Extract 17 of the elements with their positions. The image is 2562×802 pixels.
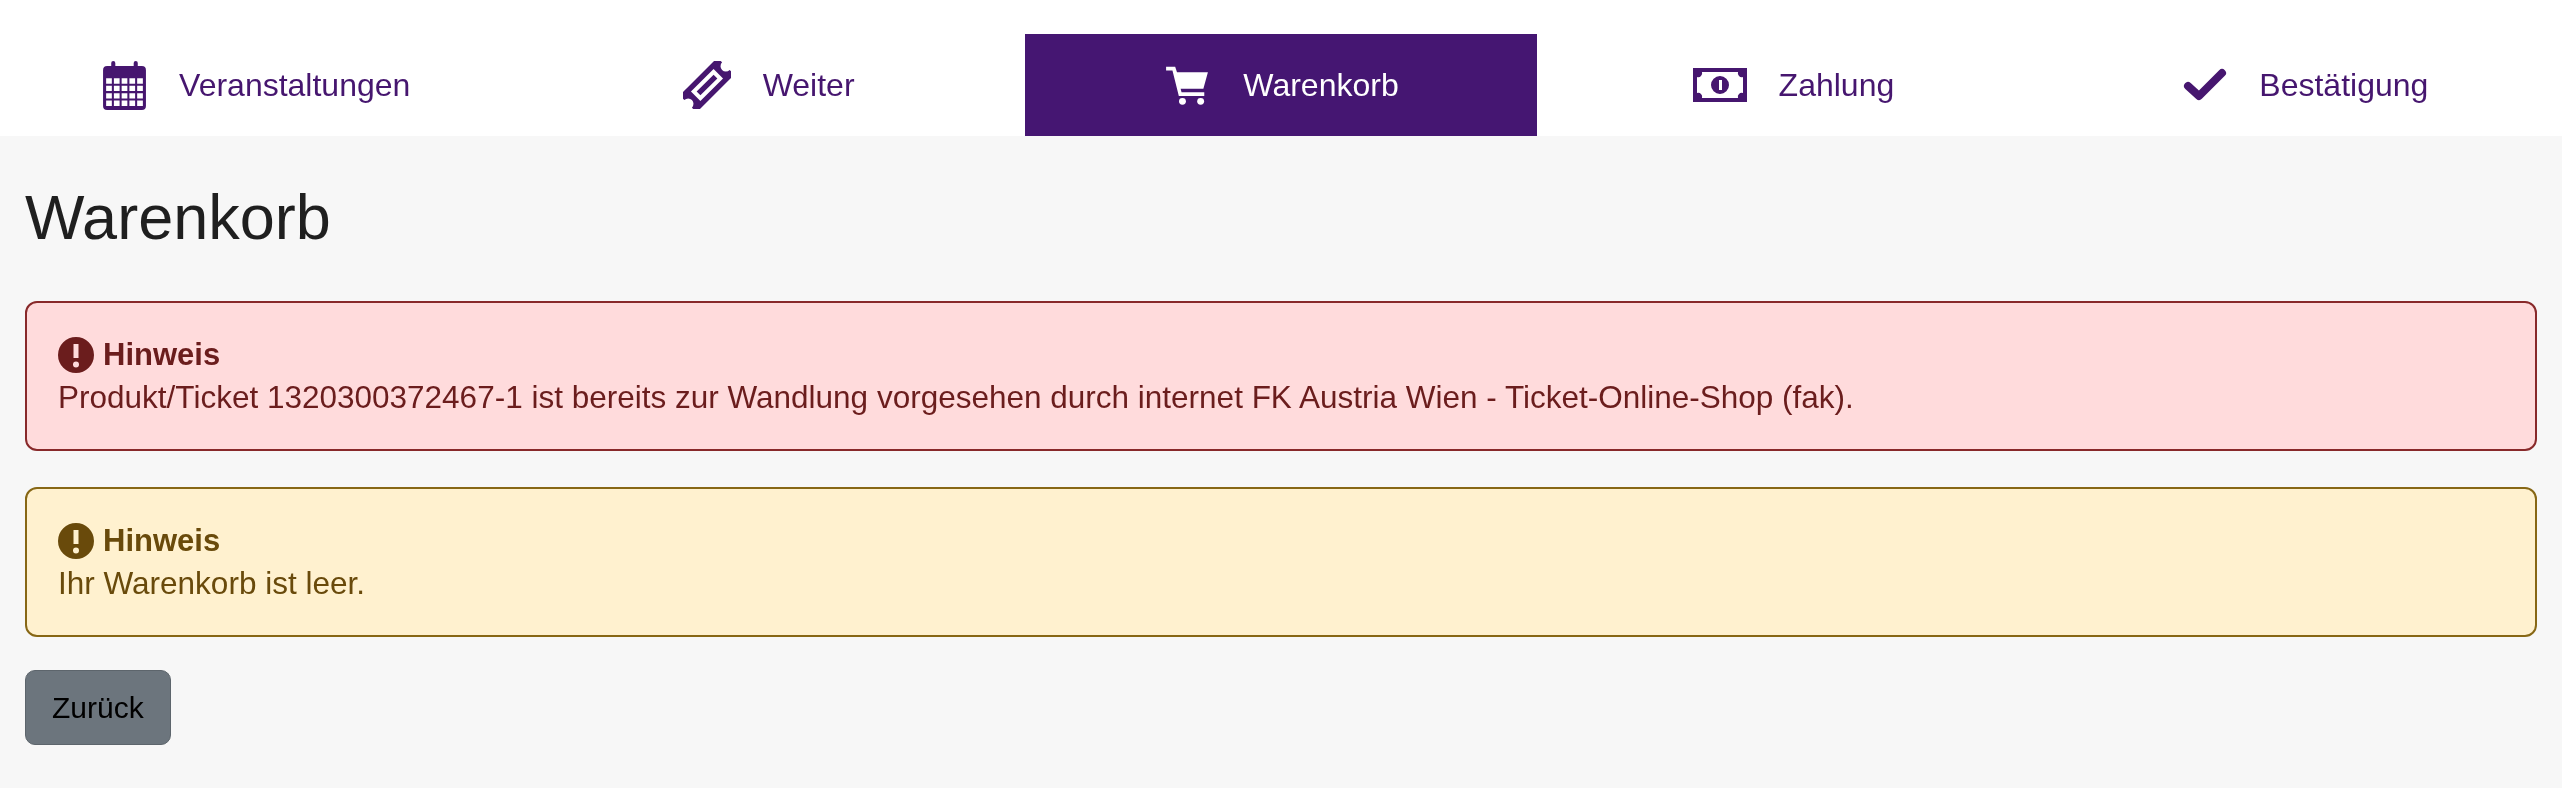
step-tab[interactable]: Veranstaltungen (0, 34, 513, 136)
exclamation-icon (58, 523, 94, 559)
step-tab[interactable]: Warenkorb (1024, 34, 1538, 136)
page-title: Warenkorb (25, 181, 331, 254)
back-button[interactable]: Zurück (25, 670, 171, 745)
alert-title: Hinweis (103, 336, 221, 374)
step-tab[interactable]: Weiter (512, 34, 1025, 136)
calendar-icon (102, 60, 148, 110)
step-tab[interactable]: Zahlung (1537, 34, 2050, 136)
alert-title: Hinweis (103, 522, 221, 560)
banknote-icon (1692, 68, 1747, 102)
alert-message: Produkt/Ticket 1320300372467-1 ist bereits zur Wandlung vorgesehen durch internet FK Austria Wien - Ticket-Online-Shop (fak). (58, 378, 1855, 417)
checkmark-icon (2183, 68, 2228, 102)
step-tab[interactable]: Bestätigung (2049, 34, 2562, 136)
alert-message: Ihr Warenkorb ist leer. (58, 564, 366, 603)
exclamation-icon (58, 337, 94, 373)
ticket-icon (682, 61, 731, 109)
